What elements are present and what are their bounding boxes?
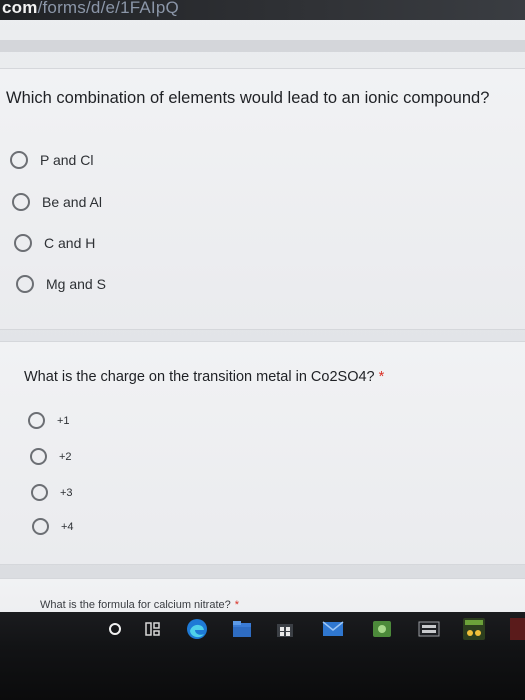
radio-button[interactable]: [12, 193, 30, 211]
option-label: Mg and S: [46, 276, 106, 292]
option-label: +1: [57, 414, 70, 427]
question-card-1: Which combination of elements would lead…: [0, 68, 525, 330]
option-c-and-h[interactable]: C and H: [14, 234, 95, 252]
option-label: +3: [60, 486, 73, 499]
search-circle-icon[interactable]: [108, 622, 122, 636]
store-icon[interactable]: [276, 620, 294, 638]
option-label: C and H: [44, 235, 96, 251]
browser-page: com/forms/d/e/1FAIpQ Which combination o…: [0, 0, 525, 640]
address-bar[interactable]: com/forms/d/e/1FAIpQ: [0, 0, 525, 20]
required-asterisk: *: [234, 599, 240, 611]
radio-button[interactable]: [30, 448, 47, 465]
question-title: What is the charge on the transition met…: [24, 369, 385, 385]
radio-button[interactable]: [16, 275, 34, 293]
option-plus-1[interactable]: +1: [28, 412, 70, 429]
keyboard-icon[interactable]: [418, 620, 440, 638]
form-divider: [0, 40, 525, 52]
partial-app-icon[interactable]: [510, 618, 525, 640]
option-plus-3[interactable]: +3: [31, 484, 73, 501]
radio-button[interactable]: [10, 151, 28, 169]
option-plus-4[interactable]: +4: [32, 518, 74, 535]
option-label: Be and Al: [42, 194, 102, 210]
option-label: +4: [61, 520, 74, 533]
mail-icon[interactable]: [322, 620, 344, 638]
app-icon[interactable]: [372, 620, 392, 638]
url-text: com/forms/d/e/1FAIpQ: [2, 0, 179, 17]
taskbar: [0, 612, 525, 700]
question-card-2: What is the charge on the transition met…: [0, 341, 525, 565]
game-icon[interactable]: [462, 617, 486, 641]
question-title: What is the formula for calcium nitrate?…: [40, 599, 240, 611]
option-p-and-cl[interactable]: P and Cl: [10, 151, 93, 169]
option-label: P and Cl: [40, 152, 94, 168]
option-plus-2[interactable]: +2: [30, 448, 72, 465]
radio-button[interactable]: [32, 518, 49, 535]
radio-button[interactable]: [31, 484, 48, 501]
option-be-and-al[interactable]: Be and Al: [12, 193, 102, 211]
file-explorer-icon[interactable]: [232, 620, 252, 638]
question-title: Which combination of elements would lead…: [6, 89, 490, 107]
required-asterisk: *: [378, 369, 385, 385]
edge-browser-icon[interactable]: [186, 618, 208, 640]
task-view-icon[interactable]: [145, 621, 161, 637]
radio-button[interactable]: [14, 234, 32, 252]
option-label: +2: [59, 450, 72, 463]
option-mg-and-s[interactable]: Mg and S: [16, 275, 106, 293]
radio-button[interactable]: [28, 412, 45, 429]
